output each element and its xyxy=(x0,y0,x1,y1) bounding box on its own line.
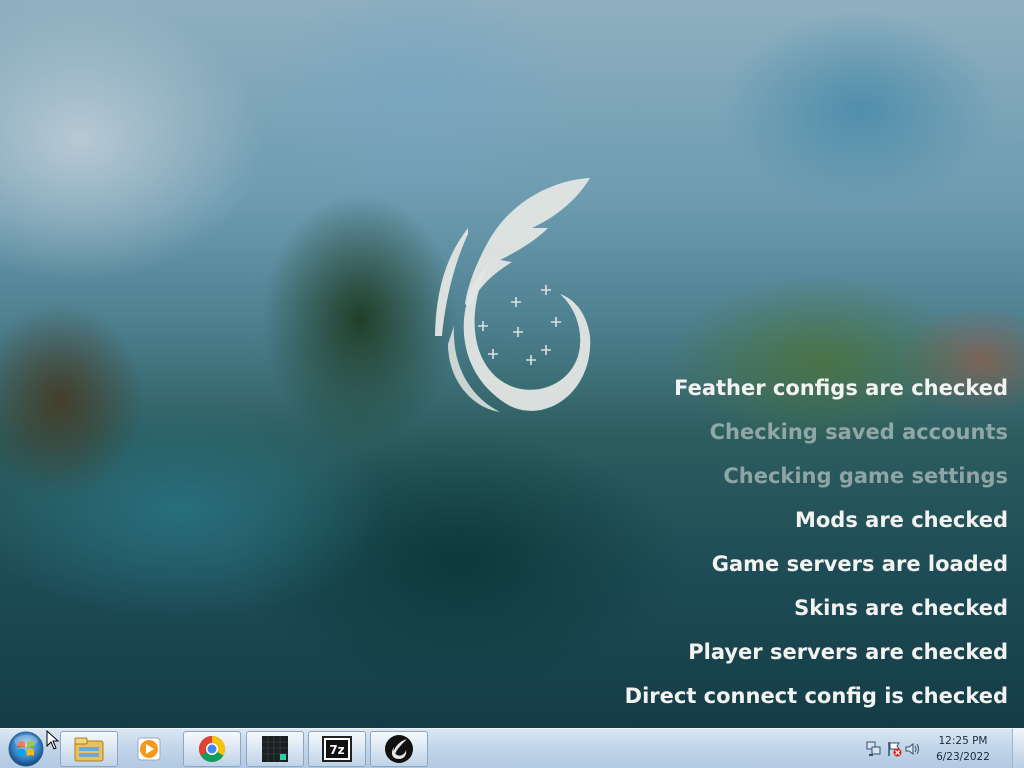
start-button[interactable] xyxy=(6,730,46,768)
feather-client-icon xyxy=(385,735,413,763)
terminal-app-icon xyxy=(262,736,288,762)
status-line: Checking saved accounts xyxy=(709,420,1008,444)
7zip-label: 7z xyxy=(329,743,344,757)
network-icon[interactable] xyxy=(866,741,882,757)
volume-icon[interactable] xyxy=(904,741,920,757)
mouse-cursor-icon xyxy=(46,730,60,750)
status-line: Mods are checked xyxy=(794,508,1008,532)
media-player-icon xyxy=(137,737,161,761)
taskbar-feather-client-button[interactable] xyxy=(370,731,428,767)
loading-status-list: Feather configs are checked Checking sav… xyxy=(408,366,1008,718)
clock-date: 6/23/2022 xyxy=(936,751,990,763)
status-line: Checking game settings xyxy=(723,464,1008,488)
system-tray: 12:25 PM 6/23/2022 xyxy=(854,729,1024,768)
desktop-screen: Feather configs are checked Checking sav… xyxy=(0,0,1024,768)
status-line: Player servers are checked xyxy=(688,640,1008,664)
taskbar-chrome-button[interactable] xyxy=(183,731,241,767)
windows-start-orb-icon xyxy=(8,731,44,767)
taskbar-terminal-app-button[interactable] xyxy=(246,731,304,767)
status-line: Game servers are loaded xyxy=(711,552,1008,576)
7zip-icon: 7z xyxy=(322,736,352,762)
clock-time: 12:25 PM xyxy=(938,735,988,747)
status-line: Feather configs are checked xyxy=(674,376,1008,400)
taskbar-media-player-button[interactable] xyxy=(120,731,178,767)
chrome-icon xyxy=(198,735,226,763)
clock[interactable]: 12:25 PM 6/23/2022 xyxy=(920,733,1006,765)
status-line: Skins are checked xyxy=(794,596,1008,620)
show-desktop-button[interactable] xyxy=(1012,729,1024,768)
action-center-flag-icon[interactable] xyxy=(886,741,902,757)
taskbar: 7z 12:25 PM 6/23/2022 xyxy=(0,728,1024,768)
status-line: Direct connect config is checked xyxy=(624,684,1008,708)
file-explorer-icon xyxy=(74,737,104,762)
taskbar-7zip-button[interactable]: 7z xyxy=(308,731,366,767)
taskbar-file-explorer-button[interactable] xyxy=(60,731,118,767)
